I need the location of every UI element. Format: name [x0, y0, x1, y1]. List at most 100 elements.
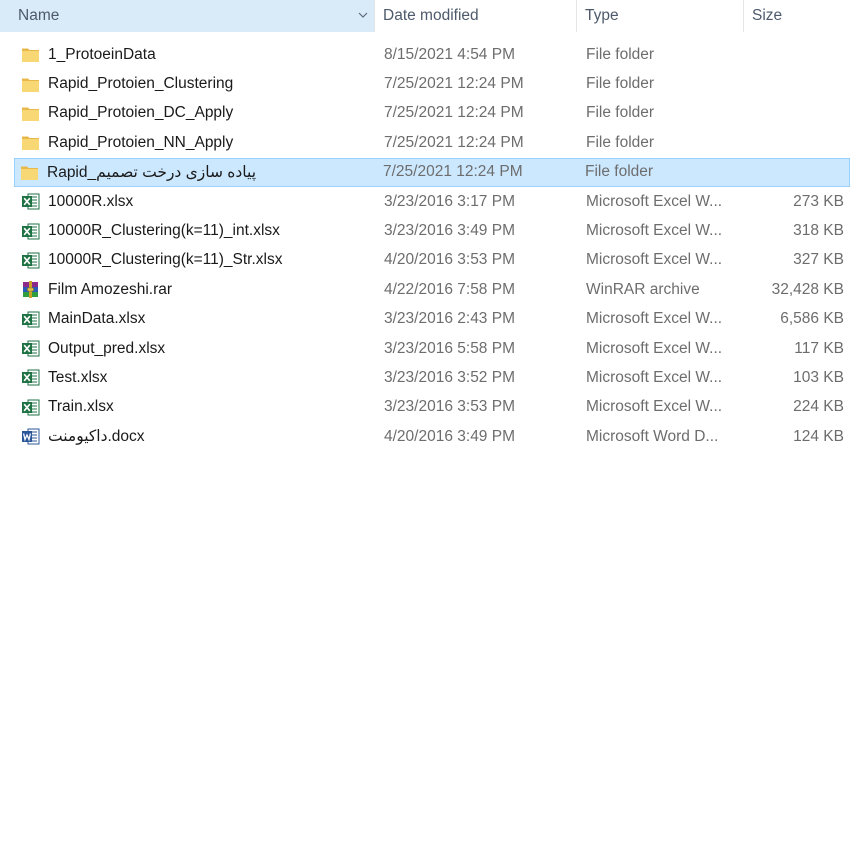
file-row[interactable]: 1_ProtoeinData 8/15/2021 4:54 PM File fold… — [0, 40, 860, 69]
column-header-date[interactable]: Date modified — [375, 0, 577, 32]
file-type-cell: WinRAR archive — [586, 280, 700, 298]
file-size-cell: 103 KB — [793, 368, 844, 386]
file-name-cell: MainData.xlsx — [21, 310, 376, 329]
file-name-cell: 1_ProtoeinData — [21, 45, 376, 64]
folder-icon — [22, 136, 39, 151]
file-name-cell: Test.xlsx — [21, 368, 376, 387]
file-date-cell: 3/23/2016 3:17 PM — [384, 192, 515, 210]
file-row[interactable]: 10000R_Clustering(k=11)_Str.xlsx 4/20/201… — [0, 246, 860, 275]
file-date-cell: 3/23/2016 3:49 PM — [384, 222, 515, 240]
column-header-bar: ⌃ Name Date modified Type Size — [0, 0, 860, 32]
column-header-size-label: Size — [752, 7, 783, 24]
file-name-cell: Rapid_پیاده سازی درخت تصمیم — [20, 163, 375, 182]
file-date-cell: 8/15/2021 4:54 PM — [384, 45, 515, 63]
file-name-label: Film Amozeshi.rar — [48, 280, 173, 298]
file-row[interactable]: Rapid_پیاده سازی درخت تصمیم 7/25/2021 12:… — [14, 157, 850, 187]
column-header-type[interactable]: Type — [577, 0, 744, 32]
file-type-cell: Microsoft Excel W... — [586, 222, 723, 240]
file-name-cell: Output_pred.xlsx — [21, 339, 376, 358]
folder-icon — [22, 78, 39, 92]
file-size-cell: 32,428 KB — [771, 280, 844, 298]
file-type-cell: Microsoft Excel W... — [586, 310, 723, 328]
file-size-cell: 6,586 KB — [780, 310, 844, 328]
file-name-label: Rapid_Protoien_NN_Apply — [48, 133, 234, 151]
file-date-cell: 7/25/2021 12:24 PM — [384, 133, 524, 151]
file-date-cell: 7/25/2021 12:24 PM — [383, 163, 523, 181]
excel-icon — [22, 369, 40, 386]
file-date-cell: 3/23/2016 2:43 PM — [384, 310, 515, 328]
file-size-cell: 327 KB — [793, 251, 844, 269]
file-name-cell: Film Amozeshi.rar — [21, 280, 376, 299]
file-name-cell: 10000R_Clustering(k=11)_Str.xlsx — [21, 251, 376, 270]
file-row[interactable]: Rapid_Protoien_Clustering 7/25/2021 12:24… — [0, 69, 860, 98]
file-date-cell: 7/25/2021 12:24 PM — [384, 104, 524, 122]
file-type-cell: Microsoft Excel W... — [586, 339, 723, 357]
file-row[interactable]: 10000R.xlsx 3/23/2016 3:17 PM Microsoft Ex… — [0, 187, 860, 216]
file-name-cell: Train.xlsx — [21, 398, 376, 417]
file-type-cell: Microsoft Excel W... — [586, 398, 723, 416]
file-size-cell: 318 KB — [793, 222, 844, 240]
file-row[interactable]: Output_pred.xlsx 3/23/2016 5:58 PM Microso… — [0, 334, 860, 363]
file-row[interactable]: MainData.xlsx 3/23/2016 2:43 PM Microsoft … — [0, 305, 860, 334]
column-header-date-label: Date modified — [383, 7, 479, 24]
file-name-label: 10000R.xlsx — [48, 192, 134, 210]
file-name-label: 10000R_Clustering(k=11)_Str.xlsx — [48, 251, 283, 269]
file-type-cell: Microsoft Excel W... — [586, 368, 723, 386]
excel-icon — [22, 340, 40, 357]
file-name-cell: داکیومنت.docx — [21, 427, 376, 446]
excel-icon — [22, 193, 40, 210]
sort-caret-icon: ⌃ — [184, 0, 196, 5]
file-name-label: MainData.xlsx — [48, 310, 146, 328]
excel-icon — [22, 252, 40, 269]
folder-icon — [21, 166, 38, 180]
file-date-cell: 7/25/2021 12:24 PM — [384, 75, 524, 93]
file-name-cell: 10000R.xlsx — [21, 192, 376, 211]
file-list-pane: ⌃ Name Date modified Type Size 1_Protoei… — [0, 0, 860, 843]
column-header-size[interactable]: Size — [744, 0, 860, 32]
file-name-label: Rapid_Protoien_Clustering — [48, 75, 234, 93]
file-size-cell: 117 KB — [794, 339, 844, 357]
file-date-cell: 4/22/2016 7:58 PM — [384, 280, 515, 298]
file-row[interactable]: داکیومنت.docx 4/20/2016 3:49 PM Microsoft … — [0, 422, 860, 451]
file-name-cell: Rapid_Protoien_Clustering — [21, 75, 376, 94]
excel-icon — [22, 311, 40, 328]
file-name-label: Output_pred.xlsx — [48, 339, 166, 357]
folder-icon — [22, 107, 39, 121]
file-name-label: Train.xlsx — [48, 398, 114, 416]
file-date-cell: 3/23/2016 3:53 PM — [384, 398, 515, 416]
excel-icon — [22, 223, 40, 240]
file-name-label: 1_ProtoeinData — [48, 45, 156, 63]
file-name-label: Test.xlsx — [48, 368, 108, 386]
file-name-cell: Rapid_Protoien_DC_Apply — [21, 104, 376, 123]
file-type-cell: File folder — [585, 163, 654, 181]
file-row[interactable]: 10000R_Clustering(k=11)_int.xlsx 3/23/201… — [0, 216, 860, 245]
file-row[interactable]: Train.xlsx 3/23/2016 3:53 PM Microsoft Exc… — [0, 393, 860, 422]
file-row[interactable]: Rapid_Protoien_NN_Apply 7/25/2021 12:24 P… — [0, 128, 860, 157]
file-type-cell: File folder — [586, 133, 655, 151]
column-header-type-label: Type — [585, 7, 619, 24]
file-size-cell: 224 KB — [793, 398, 844, 416]
file-name-label: داکیومنت.docx — [48, 428, 145, 446]
file-type-cell: File folder — [586, 45, 655, 63]
file-date-cell: 3/23/2016 3:52 PM — [384, 368, 515, 386]
file-type-cell: Microsoft Excel W... — [586, 251, 723, 269]
file-type-cell: File folder — [586, 104, 655, 122]
file-type-cell: Microsoft Word D... — [586, 427, 719, 445]
file-row[interactable]: Test.xlsx 3/23/2016 3:52 PM Microsoft Exce… — [0, 363, 860, 392]
chevron-down-icon[interactable] — [357, 9, 369, 21]
file-name-label: Rapid_Protoien_DC_Apply — [48, 104, 234, 122]
folder-icon — [22, 48, 39, 63]
file-date-cell: 4/20/2016 3:49 PM — [384, 427, 515, 445]
file-type-cell: File folder — [586, 75, 655, 93]
word-icon — [22, 428, 40, 445]
file-size-cell: 124 KB — [793, 427, 844, 445]
column-header-name[interactable]: ⌃ Name — [0, 0, 375, 32]
file-row[interactable]: Rapid_Protoien_DC_Apply 7/25/2021 12:24 P… — [0, 99, 860, 128]
file-name-label: 10000R_Clustering(k=11)_int.xlsx — [48, 222, 280, 240]
file-size-cell: 273 KB — [793, 192, 844, 210]
file-date-cell: 4/20/2016 3:53 PM — [384, 251, 515, 269]
file-row[interactable]: Film Amozeshi.rar 4/22/2016 7:58 PM WinRAR… — [0, 275, 860, 304]
file-name-cell: Rapid_Protoien_NN_Apply — [21, 133, 376, 152]
winrar-icon — [23, 281, 38, 299]
file-date-cell: 3/23/2016 5:58 PM — [384, 339, 515, 357]
